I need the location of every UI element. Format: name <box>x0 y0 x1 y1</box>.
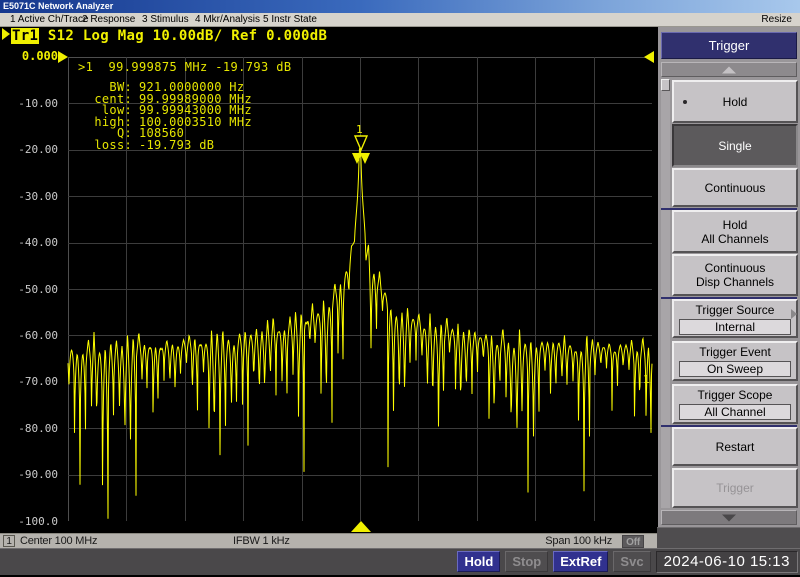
menu-item-2-response[interactable]: 2 Response <box>80 14 137 26</box>
indicator-stop: Stop <box>505 551 548 572</box>
softkey-label: Continuous <box>674 181 796 195</box>
plot-region: Tr1 S12 Log Mag 10.00dB/ Ref 0.000dB 0.0… <box>0 27 658 533</box>
softkey-trigger-source[interactable]: Trigger Source Internal <box>672 299 798 338</box>
marker1-icon[interactable] <box>355 136 367 150</box>
analyzer-screen: E5071C Network Analyzer Resize 1 Active … <box>0 0 800 577</box>
softkey-label: All Channels <box>674 232 796 246</box>
softkey-group-separator <box>661 425 797 427</box>
datetime-display: 2024-06-10 15:13 <box>656 551 798 573</box>
radio-selected-icon <box>683 100 687 104</box>
window-title: E5071C Network Analyzer <box>3 1 113 11</box>
softkey-scrollbar-thumb[interactable] <box>661 79 670 91</box>
bw-row-value: -19.793 dB <box>139 140 214 152</box>
softkey-trigger-scope[interactable]: Trigger Scope All Channel <box>672 384 798 424</box>
softkey-label: Trigger Source <box>674 303 796 317</box>
softkey-label: Hold <box>674 95 796 109</box>
softkey-hold[interactable]: Hold <box>672 80 798 123</box>
indicator-extref: ExtRef <box>553 551 608 572</box>
softkey-single[interactable]: Single <box>672 124 798 167</box>
menu-item-resize[interactable]: Resize <box>761 14 792 26</box>
softkey-continuous-disp-channels[interactable]: ContinuousDisp Channels <box>672 254 798 296</box>
softkey-scroll-up[interactable] <box>661 62 797 77</box>
indicator-svc: Svc <box>613 551 650 572</box>
bandwidth-readout: BW:921.0000000 Hzcent:99.99989000 MHzlow… <box>72 82 252 151</box>
menu-bar: Resize 1 Active Ch/Trace2 Response3 Stim… <box>0 13 800 27</box>
sweep-position-marker-icon[interactable] <box>351 521 371 532</box>
window-titlebar: E5071C Network Analyzer <box>0 0 800 13</box>
ref-level-right-arrow-icon[interactable] <box>644 51 654 63</box>
softkey-sidebar: Trigger HoldSingleContinuousHoldAll Chan… <box>658 27 800 548</box>
softkey-label: Trigger <box>674 481 796 495</box>
softkey-group-separator <box>661 208 797 210</box>
channel-number-label: 1 <box>643 373 650 386</box>
channel-indicator: 1 <box>3 535 15 547</box>
softkey-restart[interactable]: Restart <box>672 427 798 466</box>
menu-item-5-instr-state[interactable]: 5 Instr State <box>261 14 319 26</box>
softkey-label: Restart <box>674 440 796 454</box>
ref-level-left-arrow-icon[interactable] <box>58 51 68 63</box>
softkey-value: All Channel <box>679 404 791 420</box>
bw-readout-row: loss: -19.793 dB <box>72 140 252 152</box>
s12-trace <box>68 149 652 519</box>
softkey-label: Continuous <box>674 261 796 275</box>
menu-item-4-mkr-analysis[interactable]: 4 Mkr/Analysis <box>193 14 262 26</box>
softkey-label: Hold <box>674 218 796 232</box>
softkey-label: Single <box>674 139 796 153</box>
menu-item-3-stimulus[interactable]: 3 Stimulus <box>140 14 191 26</box>
sidebar-bottom-panel <box>657 527 800 548</box>
softkey-label: Disp Channels <box>674 275 796 289</box>
submenu-arrow-icon <box>791 309 797 319</box>
softkey-group-separator <box>661 297 797 299</box>
marker1-number-label: 1 <box>356 123 363 136</box>
softkey-label: Trigger Event <box>674 345 796 359</box>
off-badge: Off <box>622 535 644 548</box>
span-label: Span 100 kHz <box>545 535 612 548</box>
softkey-menu-title: Trigger <box>661 32 797 59</box>
marker1-readout: >1 99.999875 MHz -19.793 dB <box>78 60 292 74</box>
softkey-scrollbar[interactable] <box>661 79 670 508</box>
center-frequency-label: Center 100 MHz <box>20 535 97 548</box>
softkey-hold-all-channels[interactable]: HoldAll Channels <box>672 210 798 253</box>
status-indicators: HoldStopExtRefSvc <box>457 551 650 572</box>
indicator-hold: Hold <box>457 551 500 572</box>
menu-item-1-active-ch-trace[interactable]: 1 Active Ch/Trace <box>8 14 91 26</box>
scroll-down-icon <box>722 514 736 521</box>
softkey-value: On Sweep <box>679 361 791 377</box>
softkey-trigger-event[interactable]: Trigger Event On Sweep <box>672 341 798 381</box>
softkey-scroll-down[interactable] <box>661 510 797 525</box>
softkey-value: Internal <box>679 319 791 335</box>
softkey-trigger: Trigger <box>672 468 798 508</box>
softkey-label: Trigger Scope <box>674 388 796 402</box>
scroll-up-icon <box>722 66 736 73</box>
instrument-status-bar: HoldStopExtRefSvc 2024-06-10 15:13 <box>0 548 800 577</box>
softkey-continuous[interactable]: Continuous <box>672 168 798 207</box>
ifbw-label: IFBW 1 kHz <box>233 535 290 548</box>
channel-status-bar: 1 Center 100 MHz IFBW 1 kHz Span 100 kHz… <box>0 533 657 548</box>
bw-row-label: loss: <box>72 140 132 152</box>
